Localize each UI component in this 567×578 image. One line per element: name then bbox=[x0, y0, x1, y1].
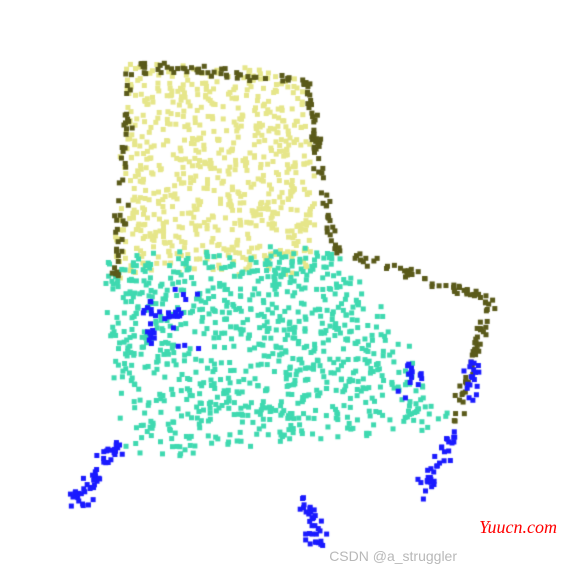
pointcloud-scatter-plot bbox=[0, 0, 567, 578]
site-watermark: Yuucn.com bbox=[479, 517, 557, 538]
attribution-watermark: CSDN @a_struggler bbox=[329, 548, 457, 564]
